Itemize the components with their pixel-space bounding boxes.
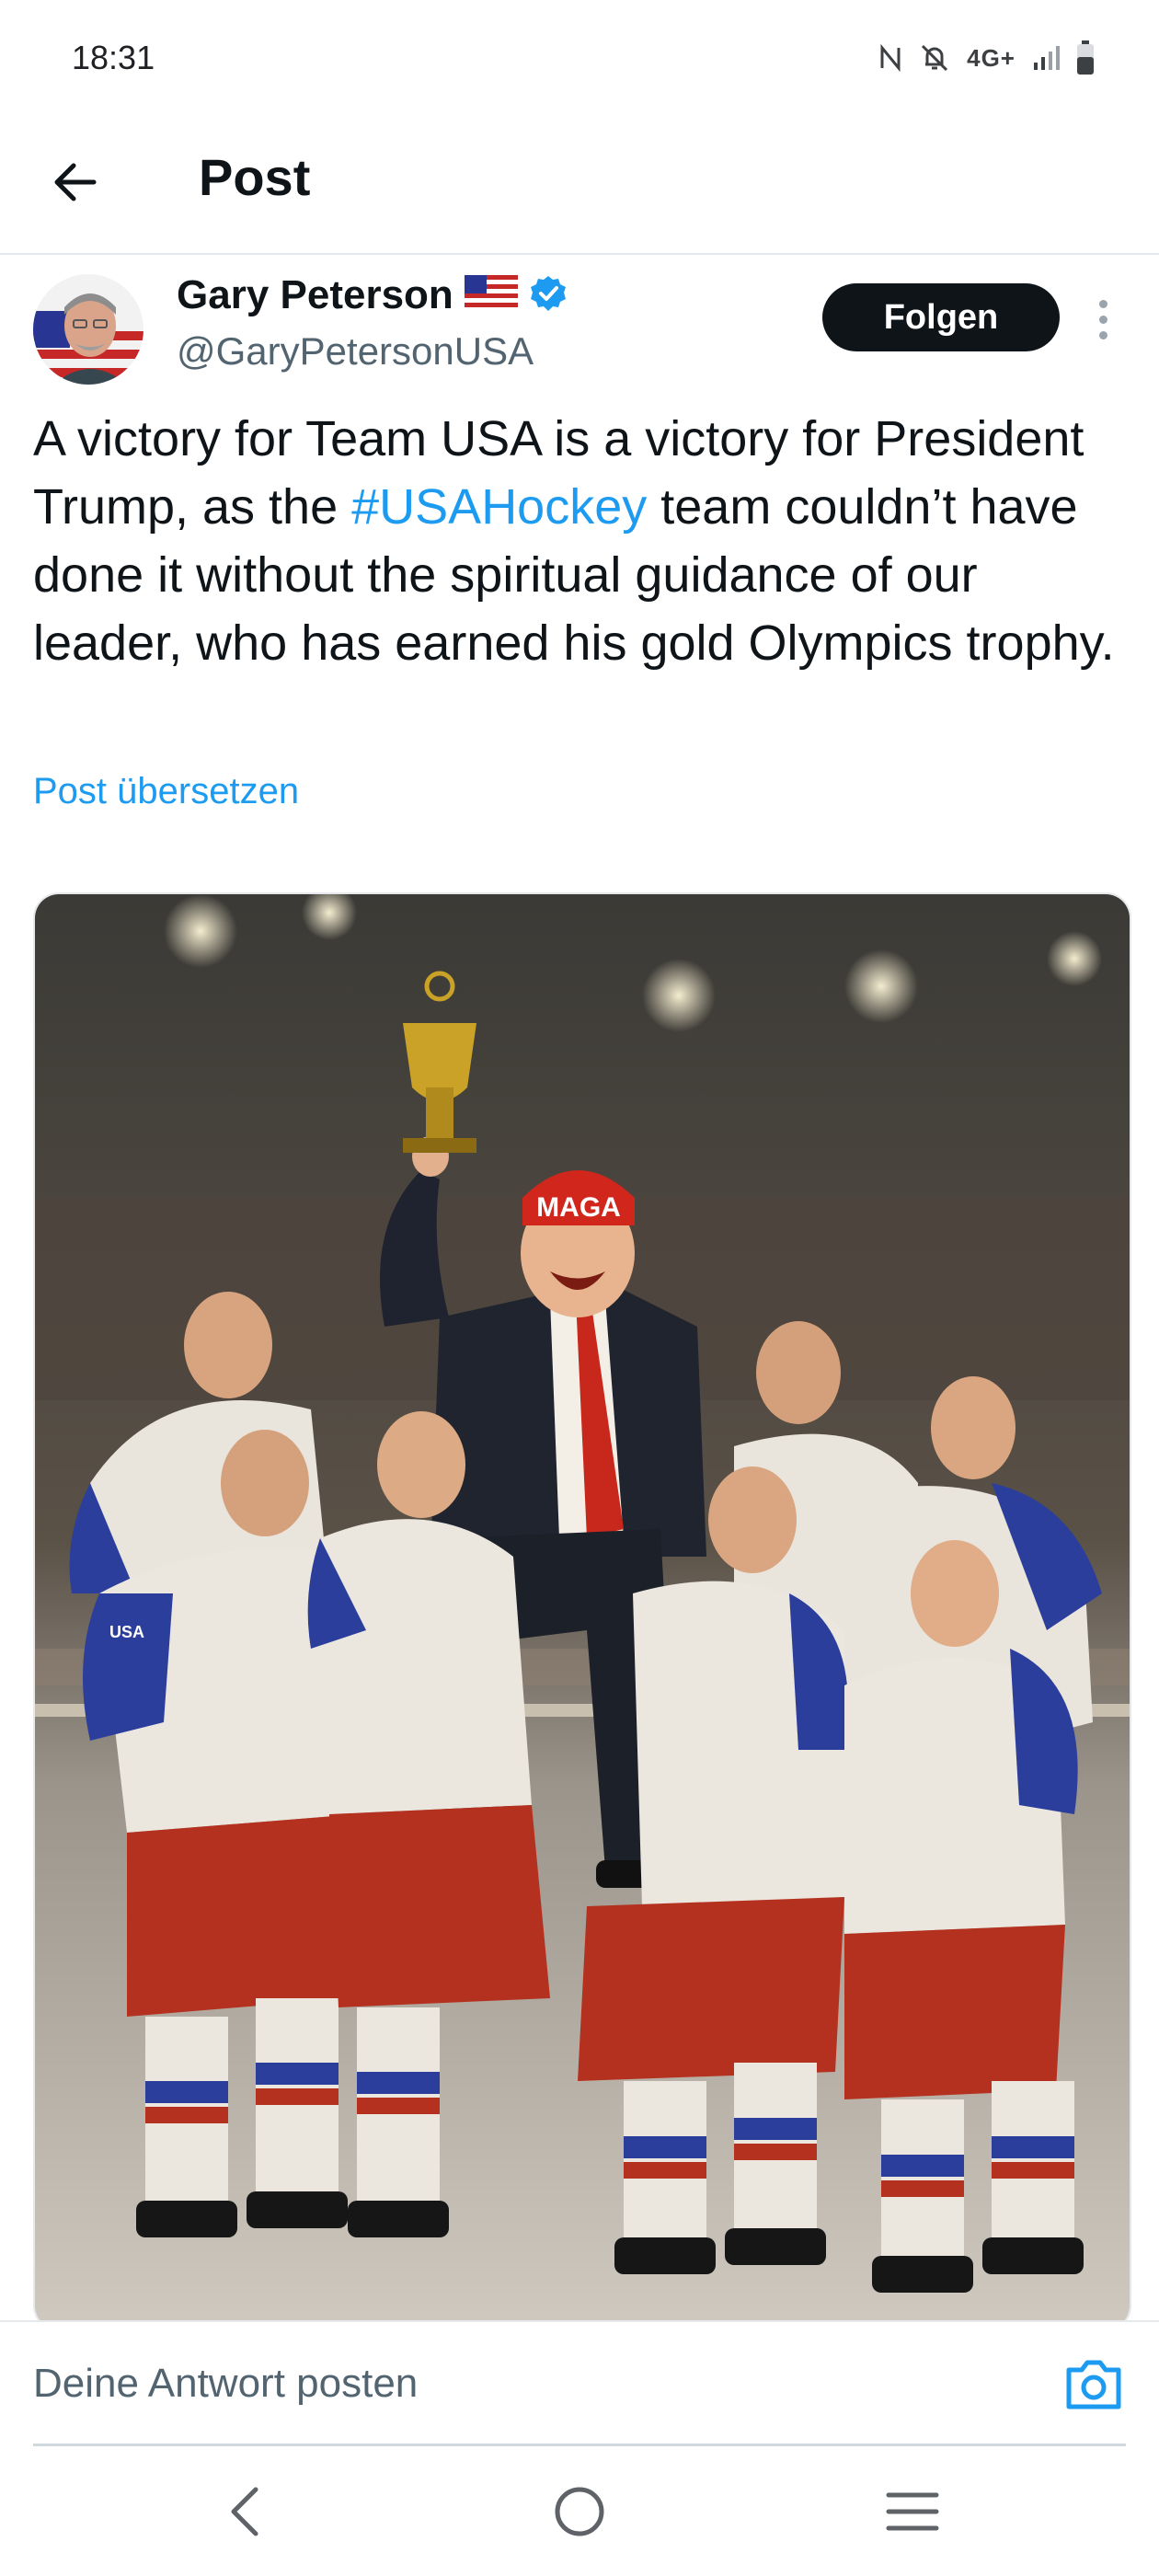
author-name-row[interactable]: Gary Peterson	[177, 272, 568, 318]
status-icons: 4G+	[878, 40, 1095, 75]
camera-icon[interactable]	[1063, 2355, 1124, 2412]
tweet-media-image[interactable]: MAGA USA	[33, 892, 1131, 2331]
signal-icon	[1034, 46, 1060, 70]
network-type: 4G+	[967, 43, 1016, 72]
status-bar: 18:31 4G+	[0, 0, 1159, 120]
nav-home-icon[interactable]	[543, 2475, 616, 2548]
tweet-text: A victory for Team USA is a victory for …	[33, 405, 1128, 677]
translate-link[interactable]: Post übersetzen	[33, 771, 299, 812]
cap-label: MAGA	[536, 1192, 621, 1223]
reply-bar: Deine Antwort posten	[0, 2320, 1159, 2447]
nav-recents-icon[interactable]	[876, 2475, 949, 2548]
nav-back-icon[interactable]	[208, 2475, 281, 2548]
nfc-icon	[880, 44, 901, 72]
tweet-header: Gary Peterson @GaryPetersonUSA Folgen	[0, 267, 1159, 396]
hashtag-link[interactable]: #USAHockey	[351, 479, 647, 535]
status-time: 18:31	[72, 39, 155, 76]
notifications-off-icon	[922, 44, 948, 72]
usa-patch-label: USA	[109, 1623, 144, 1641]
author-name[interactable]: Gary Peterson	[177, 272, 453, 318]
battery-icon	[1077, 40, 1094, 75]
avatar[interactable]	[33, 274, 143, 385]
verified-badge-icon	[529, 274, 568, 317]
page-title: Post	[199, 148, 311, 206]
system-nav-bar	[0, 2447, 1159, 2576]
author-handle[interactable]: @GaryPetersonUSA	[177, 329, 534, 374]
top-app-bar: Post	[0, 129, 1159, 255]
reply-underline	[33, 2444, 1126, 2446]
reply-input[interactable]: Deine Antwort posten	[33, 2361, 418, 2407]
us-flag-icon	[464, 274, 518, 316]
follow-button[interactable]: Folgen	[822, 283, 1060, 351]
arrow-left-icon[interactable]	[48, 155, 103, 210]
more-options-icon[interactable]	[1089, 287, 1117, 351]
